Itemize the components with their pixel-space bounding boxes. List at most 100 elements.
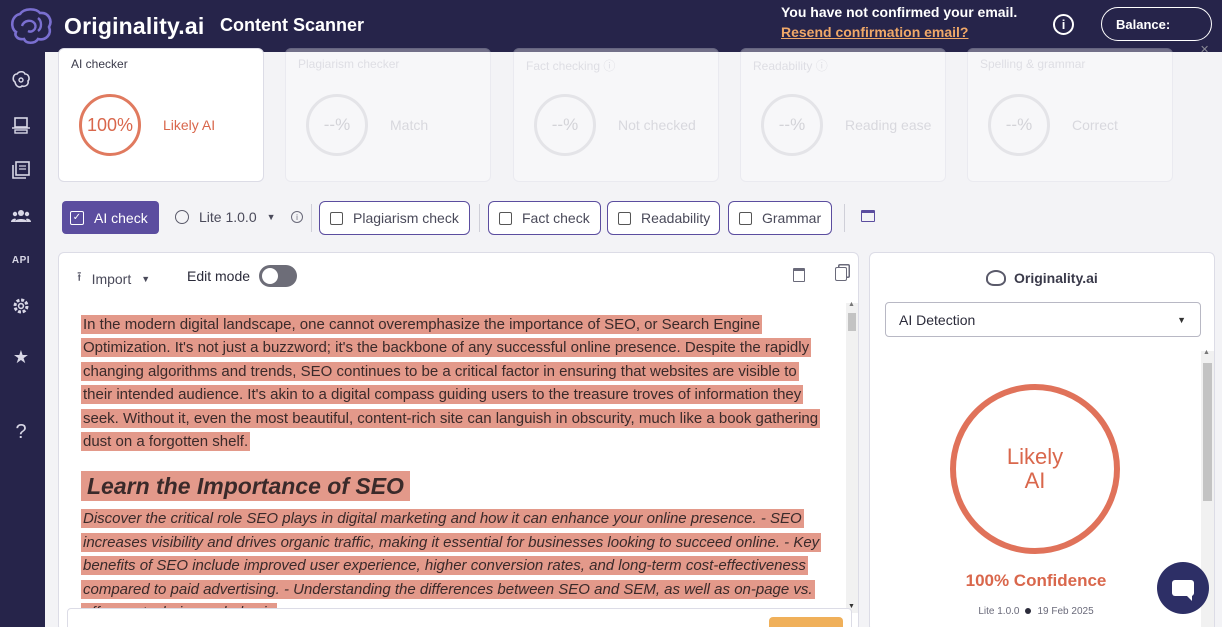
- app-title: Content Scanner: [220, 15, 365, 35]
- import-label: Import: [91, 271, 132, 287]
- card-readability[interactable]: Readability ⓘ --% Reading ease: [740, 48, 946, 182]
- edit-mode-toggle[interactable]: [259, 265, 297, 287]
- resend-confirmation-link[interactable]: Resend confirmation email?: [781, 24, 1017, 40]
- import-dropdown[interactable]: ⭱ Import ▼: [77, 268, 150, 290]
- chat-icon: [1172, 580, 1194, 601]
- copy-icon[interactable]: [835, 267, 847, 281]
- brain-logo-icon: [10, 8, 52, 45]
- top-bar: Originality.ai Content Scanner You have …: [0, 0, 1222, 52]
- calendar-icon[interactable]: [861, 210, 875, 222]
- brain-logo-icon: [986, 270, 1006, 286]
- upload-icon: ⭱: [77, 269, 82, 284]
- model-label: Lite 1.0.0: [199, 209, 257, 225]
- checkbox-icon: [330, 211, 343, 225]
- score-ring: --%: [306, 94, 368, 156]
- ai-highlight: In the modern digital landscape, one can…: [81, 315, 821, 452]
- brand-name: Originality.ai: [64, 12, 205, 39]
- brain-icon[interactable]: [10, 69, 32, 91]
- paragraph: Discover the critical role SEO plays in …: [81, 507, 833, 619]
- ai-highlight: Learn the Importance of SEO: [81, 471, 410, 502]
- scan-meta: Lite 1.0.0 19 Feb 2025: [870, 606, 1202, 617]
- divider: [311, 204, 312, 232]
- score-ring: --%: [761, 94, 823, 156]
- divider: [844, 204, 845, 232]
- ai-highlight: Discover the critical role SEO plays in …: [81, 509, 822, 619]
- help-icon[interactable]: ?: [10, 421, 32, 443]
- card-title: Readability ⓘ: [753, 59, 828, 73]
- score-ring: --%: [534, 94, 596, 156]
- scroll-up-icon[interactable]: ▲: [848, 301, 855, 308]
- editor-footer: [67, 608, 852, 627]
- star-icon[interactable]: ★: [10, 346, 32, 368]
- readability-label: Readability: [641, 210, 711, 226]
- result-scrollbar-thumb[interactable]: [1203, 363, 1212, 501]
- score-ring: 100%: [79, 94, 141, 156]
- scroll-up-icon[interactable]: ▲: [1203, 349, 1210, 356]
- checkbox-icon: [618, 211, 631, 225]
- editor-panel: ⭱ Import ▼ Edit mode In the modern digit…: [58, 252, 859, 627]
- gear-icon[interactable]: [10, 295, 32, 317]
- editor-header: ⭱ Import ▼ Edit mode: [59, 253, 858, 299]
- model-select[interactable]: Lite 1.0.0 ▼: [175, 209, 276, 225]
- checkbox-icon: [739, 211, 752, 225]
- grammar-toggle[interactable]: Grammar: [728, 201, 832, 235]
- plagiarism-check-label: Plagiarism check: [353, 210, 459, 226]
- info-icon[interactable]: i: [1053, 14, 1074, 35]
- result-brand-name: Originality.ai: [1014, 270, 1098, 286]
- scan-date: 19 Feb 2025: [1037, 606, 1094, 617]
- editor-text-area[interactable]: In the modern digital landscape, one can…: [67, 299, 839, 619]
- card-title: Spelling & grammar: [980, 57, 1086, 71]
- model-info-icon[interactable]: i: [291, 211, 303, 223]
- email-notice: You have not confirmed your email. Resen…: [781, 4, 1017, 40]
- card-title: Plagiarism checker: [298, 57, 400, 71]
- card-label: Correct: [1072, 117, 1118, 133]
- likely-ai-text: Likely AI: [1006, 444, 1064, 493]
- checkbox-checked-icon: ✓: [70, 210, 84, 225]
- fact-check-label: Fact check: [522, 210, 590, 226]
- result-brand: Originality.ai: [986, 270, 1098, 286]
- confidence-score: 100% Confidence: [965, 571, 1107, 590]
- card-title: AI checker: [71, 57, 128, 71]
- ai-check-label: AI check: [94, 209, 148, 226]
- card-fact-checking[interactable]: Fact checking ⓘ --% Not checked: [513, 48, 719, 182]
- scanner-icon[interactable]: [10, 114, 32, 136]
- ai-check-button[interactable]: ✓ AI check: [62, 201, 159, 234]
- chevron-down-icon: ▼: [266, 212, 276, 222]
- grammar-label: Grammar: [762, 210, 822, 226]
- card-label: Reading ease: [845, 117, 932, 133]
- chevron-down-icon: ▼: [141, 274, 151, 284]
- card-title: Fact checking ⓘ: [526, 59, 616, 73]
- edit-mode-label: Edit mode: [187, 268, 251, 284]
- paragraph: In the modern digital landscape, one can…: [81, 313, 821, 453]
- chat-button[interactable]: [1157, 562, 1209, 614]
- card-label: Match: [390, 117, 429, 133]
- detection-type-value: AI Detection: [899, 312, 976, 328]
- trash-icon[interactable]: [793, 268, 805, 282]
- card-spelling-grammar[interactable]: Spelling & grammar --% Correct: [967, 48, 1173, 182]
- library-icon[interactable]: [10, 159, 32, 181]
- detection-type-select[interactable]: AI Detection ▼: [885, 302, 1201, 337]
- team-icon[interactable]: [10, 205, 32, 227]
- checkbox-icon: [499, 211, 512, 225]
- editor-scrollbar[interactable]: [846, 303, 858, 613]
- score-ring: --%: [988, 94, 1050, 156]
- chevron-down-icon: ▼: [1177, 315, 1186, 325]
- card-label: Likely AI: [163, 117, 216, 133]
- card-plagiarism-checker[interactable]: Plagiarism checker --% Match: [285, 48, 491, 182]
- card-ai-checker[interactable]: AI checker 100% Likely AI: [58, 48, 264, 182]
- heading: Learn the Importance of SEO: [81, 471, 839, 502]
- editor-scrollbar-thumb[interactable]: [848, 313, 856, 331]
- separator-dot: [1025, 608, 1032, 615]
- brand[interactable]: Originality.ai: [8, 6, 204, 46]
- fact-check-toggle[interactable]: Fact check: [488, 201, 601, 235]
- email-notice-message: You have not confirmed your email.: [781, 4, 1018, 20]
- plagiarism-check-toggle[interactable]: Plagiarism check: [319, 201, 470, 235]
- scan-model: Lite 1.0.0: [978, 606, 1020, 617]
- globe-icon: [175, 210, 189, 224]
- api-icon[interactable]: API: [10, 249, 32, 271]
- readability-toggle[interactable]: Readability: [607, 201, 720, 235]
- balance-button[interactable]: Balance:: [1101, 7, 1212, 41]
- close-icon[interactable]: ✕: [1200, 43, 1209, 56]
- likely-ai-ring: Likely AI: [950, 384, 1120, 554]
- scan-button[interactable]: [769, 617, 843, 627]
